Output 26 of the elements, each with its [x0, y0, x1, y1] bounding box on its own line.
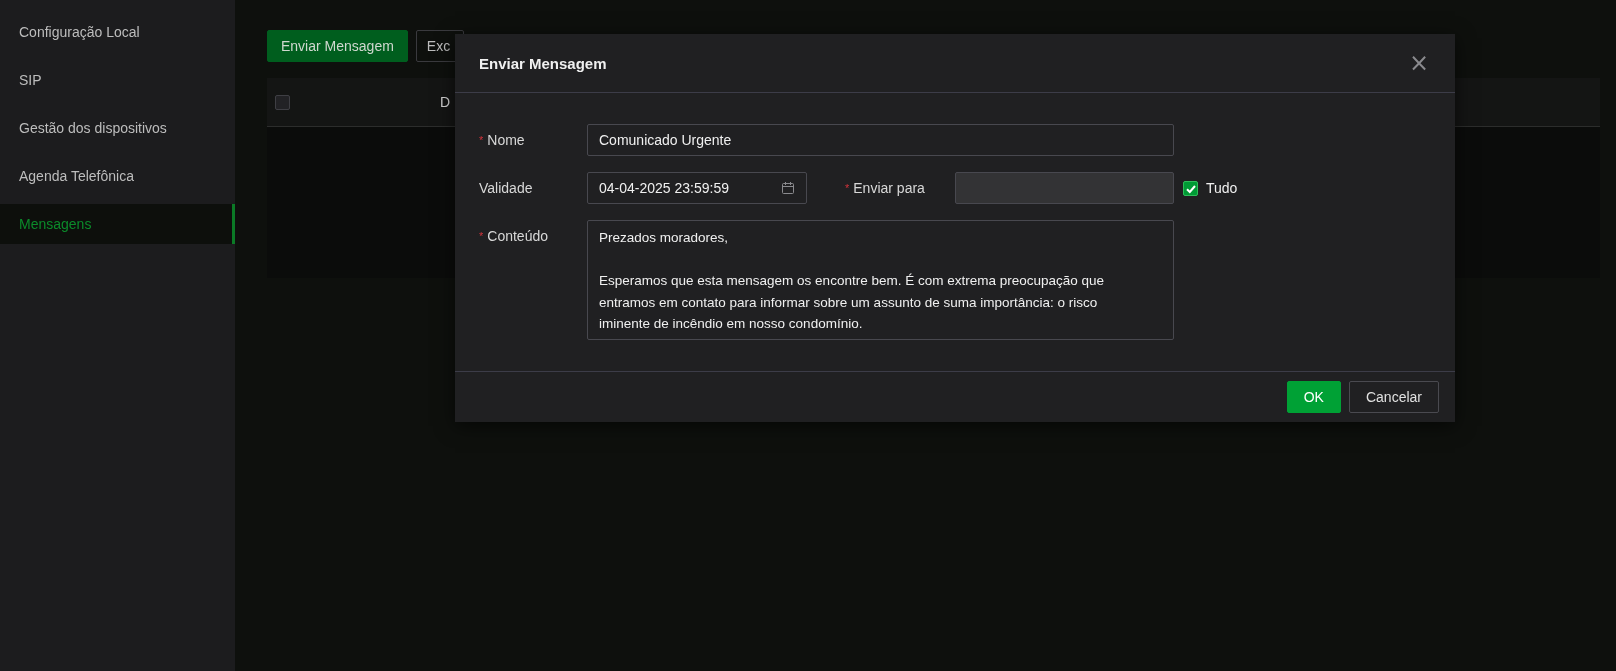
- column-header: D: [440, 94, 451, 110]
- checkbox-label: Tudo: [1206, 179, 1238, 198]
- toolbar-button[interactable]: Enviar Mensagem: [267, 30, 408, 62]
- close-button[interactable]: ×: [1406, 51, 1431, 75]
- dialog-title: Enviar Mensagem: [479, 54, 607, 72]
- cancel-button[interactable]: Cancelar: [1348, 381, 1439, 413]
- field-label: Nome: [487, 132, 525, 148]
- sidebar-item[interactable]: Configuração Local: [0, 8, 235, 56]
- required-mark: *: [479, 134, 484, 146]
- field-label: Conteúdo: [487, 228, 548, 244]
- sidebar-item[interactable]: Mensagens: [0, 204, 235, 244]
- sidebar-item[interactable]: SIP: [0, 56, 235, 104]
- field-label: Validade: [479, 180, 533, 196]
- text-area[interactable]: [587, 220, 1174, 340]
- field-value: 04-04-2025 23:59:59: [599, 180, 729, 196]
- input-field[interactable]: Comunicado Urgente: [587, 124, 1174, 156]
- message-text: Prezados moradores, Esperamos que esta mensagem os encontre bem. É com extrema preocupação que entramos em contato para informar sobre um assunto de suma importância: o risco iminente de incêndio em nosso condomínio.: [599, 229, 1105, 333]
- sidebar-item[interactable]: Agenda Telefônica: [0, 152, 235, 200]
- select-all-checkbox[interactable]: [275, 94, 290, 110]
- checkbox[interactable]: [1183, 181, 1198, 196]
- date-field[interactable]: 04-04-2025 23:59:59: [587, 172, 807, 204]
- required-mark: *: [479, 230, 484, 242]
- field-label: Enviar para: [853, 180, 925, 196]
- required-mark: *: [845, 182, 850, 194]
- sidebar-item[interactable]: Gestão dos dispositivos: [0, 104, 235, 152]
- calendar-icon: [781, 181, 795, 195]
